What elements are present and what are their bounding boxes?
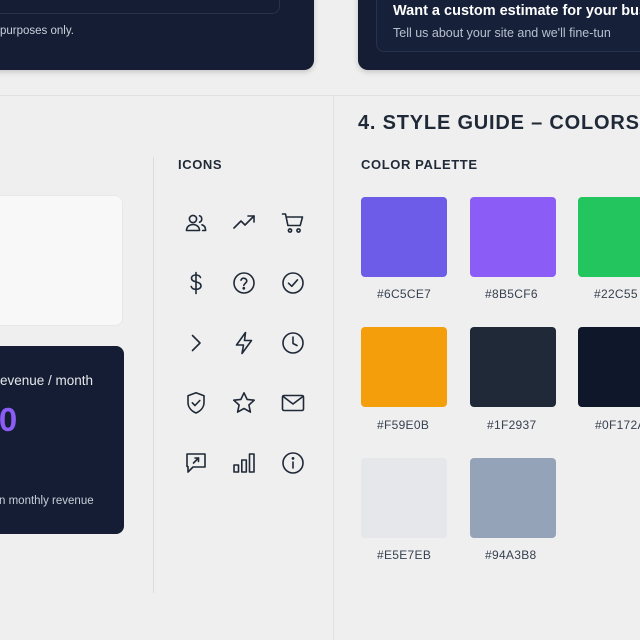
swatch-success-label: #22C55: [594, 287, 638, 301]
revenue-label: evenue / month: [0, 373, 94, 388]
preview-card: [0, 195, 123, 326]
icons-divider: [153, 157, 154, 593]
top-left-card: purposes only.: [0, 0, 314, 70]
icons-heading: ICONS: [178, 157, 223, 172]
users-icon: [183, 210, 209, 236]
shield-check-icon: [183, 390, 209, 416]
section-divider: [0, 95, 640, 96]
custom-estimate-card[interactable]: Want a custom estimate for your bus Tell…: [358, 0, 640, 70]
revenue-card: evenue / month 00 n monthly revenue: [0, 346, 124, 534]
clock-icon: [280, 330, 306, 356]
help-circle-icon: [231, 270, 257, 296]
revenue-value: 00: [0, 401, 18, 438]
swatch-primary[interactable]: [361, 197, 447, 277]
check-circle-icon: [280, 270, 306, 296]
swatch-light-gray-label: #E5E7EB: [377, 548, 432, 562]
message-icon: [183, 450, 209, 476]
cart-icon: [280, 210, 306, 236]
dollar-icon: [183, 270, 209, 296]
custom-estimate-title: Want a custom estimate for your bus: [393, 3, 640, 19]
revenue-footnote: n monthly revenue: [0, 495, 94, 507]
style-guide-title: 4. STYLE GUIDE – COLORS &: [358, 112, 640, 134]
bar-chart-icon: [231, 450, 257, 476]
top-left-card-inner: [0, 0, 280, 14]
swatch-secondary-label: #8B5CF6: [485, 287, 538, 301]
mail-icon: [280, 390, 306, 416]
swatch-warning-label: #F59E0B: [377, 418, 430, 432]
swatch-slate-label: #94A3B8: [485, 548, 537, 562]
trending-up-icon: [231, 210, 257, 236]
swatch-light-gray[interactable]: [361, 458, 447, 538]
swatch-warning[interactable]: [361, 327, 447, 407]
lightning-icon: [231, 330, 257, 356]
swatch-dark[interactable]: [470, 327, 556, 407]
swatch-secondary[interactable]: [470, 197, 556, 277]
swatch-darkest[interactable]: [578, 327, 640, 407]
swatch-dark-label: #1F2937: [487, 418, 537, 432]
color-palette-heading: COLOR PALETTE: [361, 157, 478, 172]
swatch-slate[interactable]: [470, 458, 556, 538]
swatch-primary-label: #6C5CE7: [377, 287, 432, 301]
star-icon: [231, 390, 257, 416]
column-divider: [333, 96, 334, 640]
swatch-success[interactable]: [578, 197, 640, 277]
swatch-darkest-label: #0F172A: [595, 418, 640, 432]
chevron-right-icon: [183, 330, 209, 356]
custom-estimate-subtitle: Tell us about your site and we'll fine-t…: [393, 26, 611, 40]
top-left-card-note: purposes only.: [0, 25, 74, 37]
info-icon: [280, 450, 306, 476]
